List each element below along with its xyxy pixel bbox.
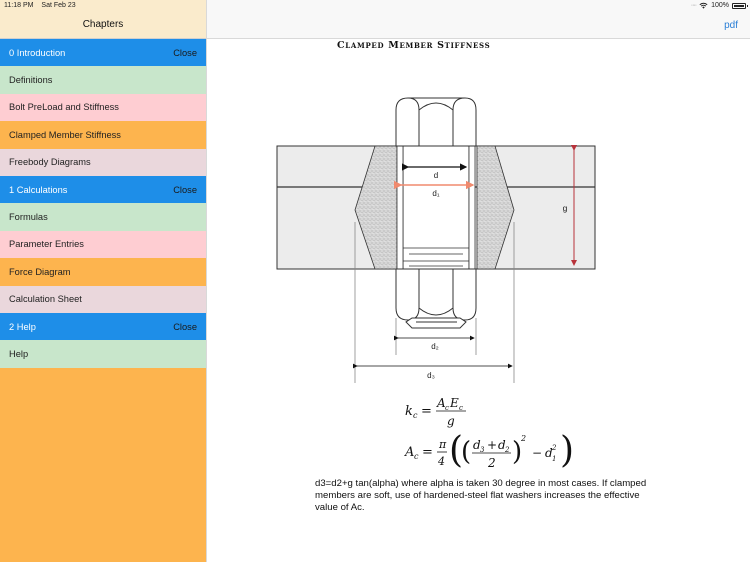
svg-text:=: = [421, 404, 432, 419]
svg-text:4: 4 [437, 455, 445, 468]
chapter-item-parameter-entries[interactable]: Parameter Entries [0, 230, 206, 259]
svg-text:E: E [449, 396, 459, 410]
section-label: 1 Calculations [9, 184, 68, 195]
chapter-item-calculation-sheet[interactable]: Calculation Sheet [0, 285, 206, 313]
chapter-label: Bolt PreLoad and Stiffness [9, 102, 119, 113]
chapter-item-bolt-preload[interactable]: Bolt PreLoad and Stiffness [0, 93, 206, 122]
chapter-label: Calculation Sheet [9, 294, 82, 305]
status-bar-right: ···· 100% [690, 2, 748, 9]
label-d2: d₂ [431, 342, 439, 351]
bolt-shank [402, 145, 470, 270]
chapter-label: Definitions [9, 75, 53, 86]
wifi-icon [699, 2, 708, 9]
section-header-introduction[interactable]: 0 Introduction Close [0, 39, 206, 67]
svg-text:−: − [532, 446, 542, 460]
chapter-label: Help [9, 348, 29, 359]
chapter-label: Freebody Diagrams [9, 157, 91, 168]
note-paragraph: d3=d2+g tan(alpha) where alpha is taken … [315, 478, 647, 513]
section-header-calculations[interactable]: 1 Calculations Close [0, 175, 206, 204]
label-d3: d₃ [427, 371, 435, 380]
svg-text:1: 1 [552, 455, 556, 463]
chapter-label: Clamped Member Stiffness [9, 129, 121, 140]
chapter-label: Formulas [9, 212, 48, 223]
battery-icon [732, 2, 748, 9]
svg-text:A: A [404, 445, 414, 460]
svg-text:c: c [413, 411, 418, 420]
svg-text:g: g [447, 414, 455, 428]
label-g: g [563, 203, 568, 213]
section-label: 2 Help [9, 321, 36, 332]
chapter-label: Force Diagram [9, 266, 71, 277]
close-section-button[interactable]: Close [173, 48, 197, 58]
svg-text:2: 2 [487, 456, 496, 470]
clamped-member-diagram: d d₁ g d₂ d₃ [276, 97, 596, 383]
section-header-help[interactable]: 2 Help Close [0, 312, 206, 341]
svg-text:π: π [438, 438, 447, 451]
bolt-head [395, 97, 477, 147]
chapters-sidebar: 11:18 PM Sat Feb 23 Chapters 0 Introduct… [0, 0, 207, 562]
label-d1: d₁ [432, 189, 439, 198]
chapter-item-definitions[interactable]: Definitions [0, 66, 206, 94]
svg-text:c: c [414, 452, 419, 461]
close-section-button[interactable]: Close [173, 185, 197, 195]
svg-text:2: 2 [520, 434, 526, 443]
svg-text:+: + [487, 438, 497, 452]
svg-text:k: k [405, 404, 413, 419]
status-date: Sat Feb 23 [41, 2, 76, 9]
chapter-item-clamped-member-stiffness[interactable]: Clamped Member Stiffness [0, 121, 206, 149]
battery-percent: 100% [711, 2, 729, 9]
main-content: ···· 100% pdf Clamped Member Stiffness d… [207, 0, 750, 562]
chapter-item-help[interactable]: Help [0, 340, 206, 368]
formula-kc: k c = A c E c g [405, 396, 466, 428]
status-time: 11:18 PM [4, 2, 34, 9]
chapter-item-formulas[interactable]: Formulas [0, 203, 206, 231]
sidebar-header: 11:18 PM Sat Feb 23 Chapters [0, 0, 206, 39]
svg-text:(: ( [461, 437, 471, 467]
svg-text:2: 2 [551, 444, 557, 452]
svg-text:=: = [422, 445, 433, 460]
chapter-item-freebody-diagrams[interactable]: Freebody Diagrams [0, 148, 206, 176]
svg-text:): ) [560, 430, 574, 471]
label-d: d [434, 171, 438, 180]
sidebar-title: Chapters [82, 19, 124, 30]
signal-icon: ···· [690, 2, 697, 9]
chapter-item-force-diagram[interactable]: Force Diagram [0, 258, 206, 286]
page-title: Clamped Member Stiffness [337, 40, 491, 51]
nut [395, 268, 477, 329]
stiffness-formulas: k c = A c E c g A c = π 4 ( ( d 3 + d 2 … [404, 396, 574, 471]
chapter-label: Parameter Entries [9, 239, 84, 250]
status-bar-left: 11:18 PM Sat Feb 23 [4, 2, 82, 9]
formula-ac: A c = π 4 ( ( d 3 + d 2 2 ) 2 − d 1 2 ) [404, 430, 574, 471]
chapter-list: 0 Introduction Close Definitions Bolt Pr… [0, 39, 206, 368]
close-section-button[interactable]: Close [173, 322, 197, 332]
pdf-button[interactable]: pdf [724, 20, 738, 31]
main-header: ···· 100% pdf [207, 0, 750, 39]
section-label: 0 Introduction [9, 47, 66, 58]
